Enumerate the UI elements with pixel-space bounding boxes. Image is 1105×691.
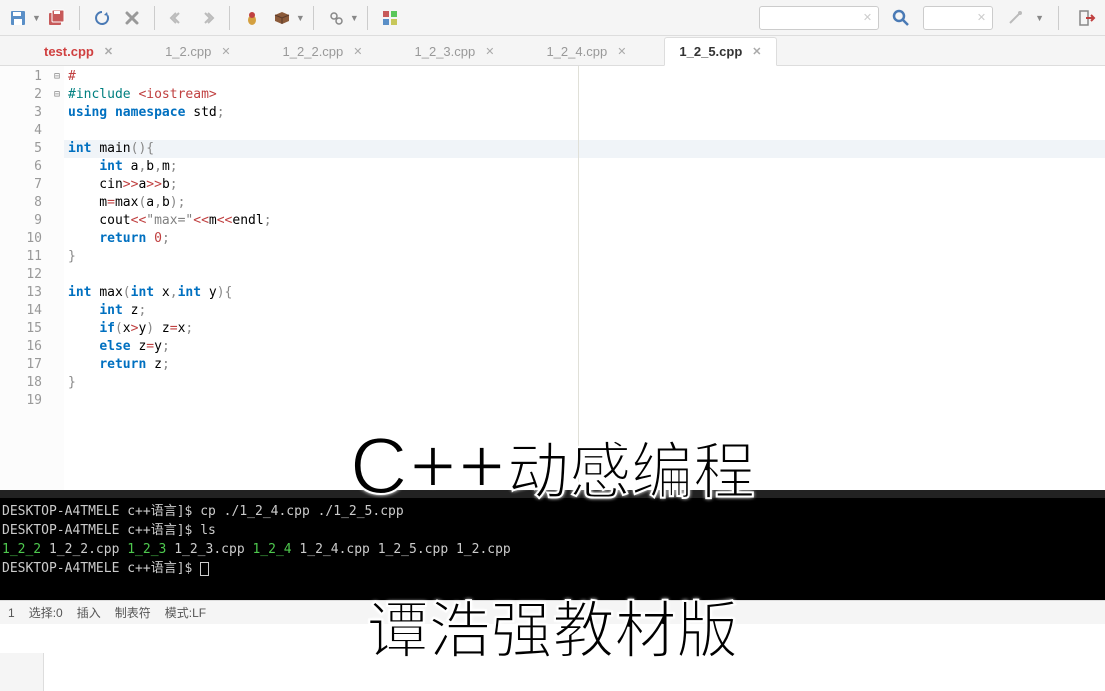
code-line[interactable]: if(x>y) z=x;	[64, 320, 1105, 338]
stop-icon[interactable]	[118, 4, 146, 32]
back-icon[interactable]	[163, 4, 191, 32]
close-icon[interactable]: ✕	[353, 45, 362, 58]
main-toolbar: ▼ ▼ ▼ ✕ ✕ ▼	[0, 0, 1105, 36]
status-select: 选择:0	[29, 604, 63, 621]
close-icon[interactable]: ✕	[752, 45, 761, 58]
tab-label: 1_2_4.cpp	[546, 44, 607, 59]
code-line[interactable]: #	[64, 68, 1105, 86]
close-icon[interactable]: ✕	[221, 45, 230, 58]
code-line[interactable]	[64, 266, 1105, 284]
code-line[interactable]: }	[64, 248, 1105, 266]
code-line[interactable]: return 0;	[64, 230, 1105, 248]
status-line: 1	[8, 606, 15, 620]
clear-icon[interactable]: ✕	[977, 11, 986, 24]
status-mode: 模式:LF	[165, 604, 206, 621]
close-icon[interactable]: ✕	[617, 45, 626, 58]
code-line[interactable]: cout<<"max="<<m<<endl;	[64, 212, 1105, 230]
code-line[interactable]: int z;	[64, 302, 1105, 320]
gear-icon[interactable]	[322, 4, 350, 32]
code-line[interactable]: m=max(a,b);	[64, 194, 1105, 212]
close-icon[interactable]: ✕	[485, 45, 494, 58]
line-numbers: 12345678910111213141516171819	[0, 66, 50, 490]
tab-label: 1_2_2.cpp	[283, 44, 344, 59]
code-line[interactable]	[64, 122, 1105, 140]
dropdown-icon[interactable]: ▼	[296, 13, 305, 23]
tab-1_2_5-cpp[interactable]: 1_2_5.cpp ✕	[664, 37, 776, 66]
tab-label: 1_2_5.cpp	[679, 44, 742, 59]
dropdown-icon[interactable]: ▼	[350, 13, 359, 23]
save-icon[interactable]	[4, 4, 32, 32]
exit-icon[interactable]	[1073, 4, 1101, 32]
terminal[interactable]: DESKTOP-A4TMELE c++语言]$ cp ./1_2_4.cpp .…	[0, 490, 1105, 600]
refresh-icon[interactable]	[88, 4, 116, 32]
fold-column[interactable]: ⊟⊟	[50, 66, 64, 490]
tab-1_2_2-cpp[interactable]: 1_2_2.cpp ✕	[269, 38, 377, 65]
close-icon[interactable]: ✕	[104, 45, 113, 58]
separator	[79, 6, 80, 30]
wand-icon[interactable]	[1001, 4, 1029, 32]
search-input-2[interactable]: ✕	[923, 6, 993, 30]
code-line[interactable]: int a,b,m;	[64, 158, 1105, 176]
save-all-icon[interactable]	[43, 4, 71, 32]
dropdown-icon[interactable]: ▼	[1035, 13, 1044, 23]
tab-1_2-cpp[interactable]: 1_2.cpp ✕	[151, 38, 244, 65]
code-line[interactable]: #include <iostream>	[64, 86, 1105, 104]
tab-label: 1_2.cpp	[165, 44, 211, 59]
separator	[1058, 6, 1059, 30]
separator	[367, 6, 368, 30]
tab-bar: test.cpp✕1_2.cpp✕1_2_2.cpp✕1_2_3.cpp✕1_2…	[0, 36, 1105, 66]
tab-1_2_3-cpp[interactable]: 1_2_3.cpp ✕	[401, 38, 509, 65]
terminal-line: DESKTOP-A4TMELE c++语言]$	[2, 559, 1103, 578]
search-input[interactable]: ✕	[759, 6, 879, 30]
tab-label: 1_2_3.cpp	[415, 44, 476, 59]
status-tab: 制表符	[115, 604, 151, 621]
separator	[154, 6, 155, 30]
tab-1_2_4-cpp[interactable]: 1_2_4.cpp ✕	[532, 38, 640, 65]
code-area[interactable]: ##include <iostream>using namespace std;…	[64, 66, 1105, 490]
code-line[interactable]: else z=y;	[64, 338, 1105, 356]
status-bar: 1 选择:0 插入 制表符 模式:LF	[0, 600, 1105, 624]
code-line[interactable]: using namespace std;	[64, 104, 1105, 122]
code-line[interactable]: int max(int x,int y){	[64, 284, 1105, 302]
search-icon[interactable]	[887, 4, 915, 32]
brick-icon[interactable]	[268, 4, 296, 32]
code-editor[interactable]: 12345678910111213141516171819 ⊟⊟ ##inclu…	[0, 66, 1105, 490]
tab-label: test.cpp	[44, 44, 94, 59]
clear-icon[interactable]: ✕	[863, 11, 872, 24]
palette-icon[interactable]	[376, 4, 404, 32]
print-margin	[578, 66, 579, 490]
dropdown-icon[interactable]: ▼	[32, 13, 41, 23]
bottom-panel-tab[interactable]	[0, 653, 44, 691]
debug-icon[interactable]	[238, 4, 266, 32]
forward-icon[interactable]	[193, 4, 221, 32]
code-line[interactable]: return z;	[64, 356, 1105, 374]
code-line[interactable]: cin>>a>>b;	[64, 176, 1105, 194]
terminal-line: 1_2_2 1_2_2.cpp 1_2_3 1_2_3.cpp 1_2_4 1_…	[2, 540, 1103, 559]
code-line[interactable]	[64, 392, 1105, 410]
code-line[interactable]: }	[64, 374, 1105, 392]
code-line[interactable]: int main(){	[64, 140, 1105, 158]
tab-test-cpp[interactable]: test.cpp ✕	[30, 38, 127, 65]
terminal-line: DESKTOP-A4TMELE c++语言]$ ls	[2, 521, 1103, 540]
status-insert: 插入	[77, 604, 101, 621]
separator	[229, 6, 230, 30]
separator	[313, 6, 314, 30]
terminal-line: DESKTOP-A4TMELE c++语言]$ cp ./1_2_4.cpp .…	[2, 502, 1103, 521]
